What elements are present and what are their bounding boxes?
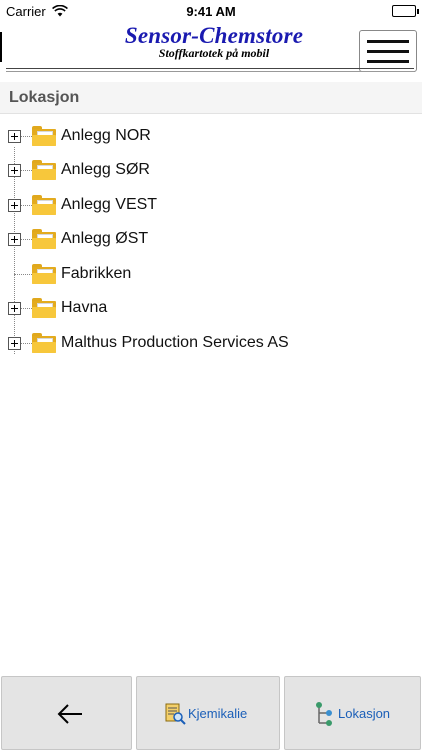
folder-icon	[32, 298, 56, 318]
tree-item-label[interactable]: Fabrikken	[61, 265, 131, 283]
tree-item-label[interactable]: Anlegg NOR	[61, 127, 151, 145]
expand-plus-icon[interactable]	[8, 337, 21, 350]
kjemikalie-button[interactable]: Kjemikalie	[136, 676, 280, 750]
folder-icon	[32, 195, 56, 215]
document-search-icon	[165, 703, 186, 725]
tree-item-label[interactable]: Havna	[61, 299, 107, 317]
app-logo: Sensor-Chemstore Stoffkartotek på mobil	[104, 23, 324, 60]
hamburger-menu-button[interactable]	[359, 30, 417, 72]
header-divider	[6, 68, 414, 69]
folder-icon	[32, 333, 56, 353]
logo-subtitle: Stoffkartotek på mobil	[158, 46, 270, 60]
tree-item-anlegg-ost[interactable]: Anlegg ØST	[0, 221, 422, 255]
expand-plus-icon[interactable]	[8, 130, 21, 143]
lokasjon-label: Lokasjon	[338, 706, 391, 721]
folder-icon	[32, 126, 56, 146]
tree-item-label[interactable]: Anlegg ØST	[61, 230, 148, 248]
tree-item-label[interactable]: Malthus Production Services AS	[61, 334, 289, 352]
expand-plus-icon[interactable]	[8, 302, 21, 315]
folder-icon	[32, 229, 56, 249]
tree-item-label[interactable]: Anlegg VEST	[61, 196, 157, 214]
battery-icon	[392, 5, 419, 17]
folder-icon	[32, 160, 56, 180]
tree-item-anlegg-vest[interactable]: Anlegg VEST	[0, 187, 422, 221]
header-divider-secondary	[6, 71, 414, 72]
expand-plus-icon[interactable]	[8, 164, 21, 177]
tree-item-fabrikken[interactable]: Fabrikken	[0, 256, 422, 290]
tree-item-havna[interactable]: Havna	[0, 290, 422, 324]
expand-plus-icon[interactable]	[8, 233, 21, 246]
back-button[interactable]	[1, 676, 132, 750]
folder-icon	[32, 264, 56, 284]
menu-icon-bar	[367, 40, 409, 43]
menu-icon-bar	[367, 50, 409, 53]
lokasjon-button[interactable]: Lokasjon	[284, 676, 421, 750]
tree-item-malthus-production-services[interactable]: Malthus Production Services AS	[0, 325, 422, 359]
status-time: 9:41 AM	[186, 4, 236, 19]
kjemikalie-label: Kjemikalie	[188, 706, 248, 721]
tree-item-anlegg-nor[interactable]: Anlegg NOR	[0, 118, 422, 152]
tree-item-label[interactable]: Anlegg SØR	[61, 161, 150, 179]
status-bar: Carrier 9:41 AM	[0, 0, 422, 22]
tree-hierarchy-icon	[316, 702, 332, 726]
app-header: Sensor-Chemstore Stoffkartotek på mobil	[0, 22, 422, 78]
bottom-toolbar: Kjemikalie Lokasjon	[0, 676, 422, 750]
logo-title: Sensor-Chemstore	[124, 23, 304, 48]
tree-item-anlegg-sor[interactable]: Anlegg SØR	[0, 152, 422, 186]
section-title: Lokasjon	[9, 89, 80, 106]
header-left-divider	[0, 32, 2, 62]
menu-icon-bar	[367, 60, 409, 63]
tree-branch-line	[14, 274, 34, 275]
expand-plus-icon[interactable]	[8, 199, 21, 212]
section-header: Lokasjon	[0, 82, 422, 114]
arrow-left-icon	[57, 704, 82, 724]
